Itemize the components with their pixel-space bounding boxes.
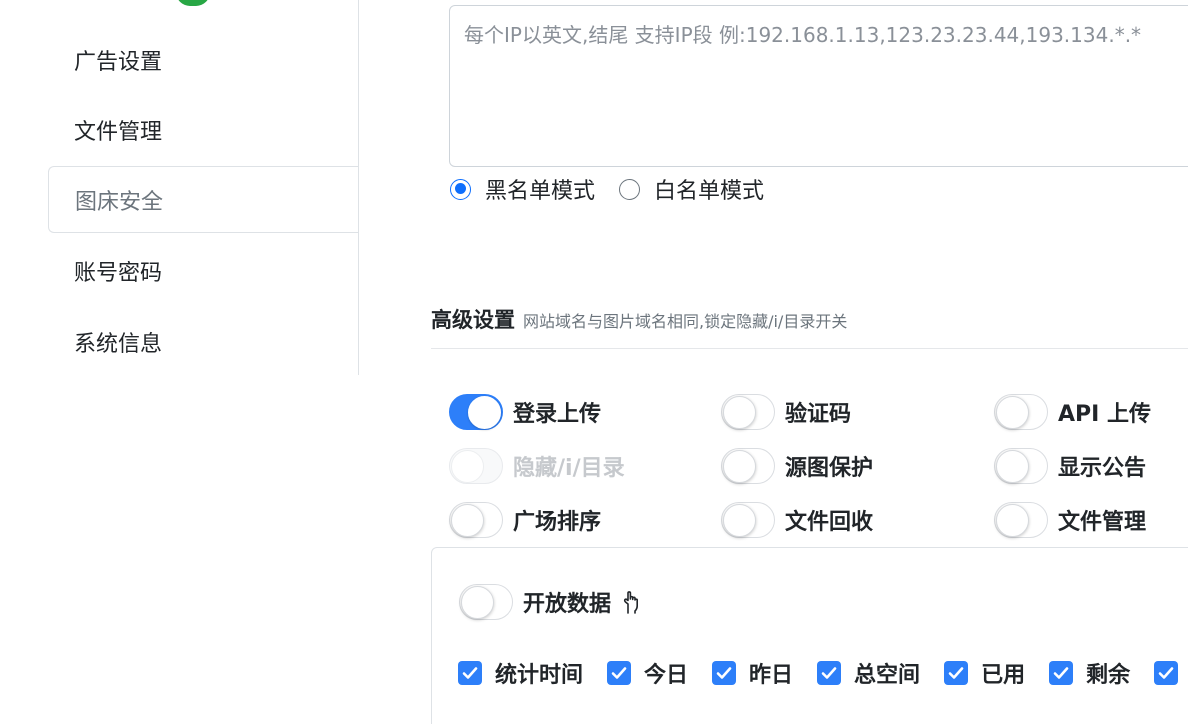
settings-sidebar: 广告设置 文件管理 图床安全 账号密码 系统信息 bbox=[0, 0, 360, 375]
checkbox-label: 今日 bbox=[644, 663, 689, 688]
switch-file-recycle[interactable]: 文件回收 bbox=[721, 501, 873, 539]
whitelist-mode-radio[interactable]: 白名单模式 bbox=[619, 173, 764, 205]
toggle-off-icon[interactable] bbox=[721, 502, 775, 538]
checkbox-remaining[interactable]: 剩余 bbox=[1049, 657, 1130, 689]
switch-file-management[interactable]: 文件管理 bbox=[994, 501, 1146, 539]
ip-list-textarea[interactable] bbox=[449, 5, 1188, 167]
advanced-settings-header: 高级设置 网站域名与图片域名相同,锁定隐藏/i/目录开关 bbox=[431, 304, 847, 334]
checkbox-total-space[interactable]: 总空间 bbox=[817, 657, 920, 689]
switch-api-upload[interactable]: API 上传 bbox=[994, 393, 1151, 431]
toggle-off-icon[interactable] bbox=[994, 448, 1048, 484]
checkbox-stat-time[interactable]: 统计时间 bbox=[458, 657, 583, 689]
checkbox-checked-icon[interactable] bbox=[1154, 661, 1179, 685]
list-mode-radio-group: 黑名单模式 白名单模式 bbox=[450, 174, 788, 204]
radio-label: 黑名单模式 bbox=[485, 179, 596, 204]
sidebar-item-system-info[interactable]: 系统信息 bbox=[48, 309, 359, 375]
sidebar-item-ad-settings[interactable]: 广告设置 bbox=[48, 27, 359, 93]
checkbox-partial[interactable] bbox=[1154, 661, 1179, 685]
section-subtitle: 网站域名与图片域名相同,锁定隐藏/i/目录开关 bbox=[523, 312, 848, 331]
switch-label: 验证码 bbox=[785, 402, 852, 427]
checkbox-yesterday[interactable]: 昨日 bbox=[712, 657, 793, 689]
switch-source-protection[interactable]: 源图保护 bbox=[721, 447, 873, 485]
toggle-off-icon[interactable] bbox=[994, 394, 1048, 430]
checkbox-checked-icon[interactable] bbox=[1049, 661, 1074, 685]
checkbox-checked-icon[interactable] bbox=[817, 661, 842, 685]
switch-login-upload[interactable]: 登录上传 bbox=[449, 393, 601, 431]
switch-hide-i-directory: 隐藏/i/目录 bbox=[449, 447, 625, 485]
checkbox-label: 已用 bbox=[981, 663, 1026, 688]
checkbox-label: 统计时间 bbox=[495, 663, 584, 688]
checkbox-checked-icon[interactable] bbox=[458, 661, 482, 685]
sidebar-item-label: 图床安全 bbox=[75, 189, 164, 215]
toggle-off-icon[interactable] bbox=[721, 394, 775, 430]
sidebar-item-image-security[interactable]: 图床安全 bbox=[48, 166, 359, 233]
checkbox-today[interactable]: 今日 bbox=[607, 657, 688, 689]
section-divider bbox=[431, 348, 1188, 349]
pointer-hand-icon bbox=[619, 589, 643, 615]
switch-label: 广场排序 bbox=[513, 510, 602, 535]
switch-label: 登录上传 bbox=[513, 402, 602, 427]
switch-label: 开放数据 bbox=[523, 592, 612, 617]
switch-label: 文件管理 bbox=[1058, 510, 1147, 535]
section-title: 高级设置 bbox=[431, 308, 515, 332]
checkbox-checked-icon[interactable] bbox=[944, 661, 969, 685]
toggle-off-icon[interactable] bbox=[449, 502, 503, 538]
switch-label: 显示公告 bbox=[1058, 456, 1147, 481]
checkbox-label: 昨日 bbox=[749, 663, 794, 688]
checkbox-used[interactable]: 已用 bbox=[944, 657, 1025, 689]
checkbox-label: 剩余 bbox=[1086, 663, 1131, 688]
sidebar-item-account-password[interactable]: 账号密码 bbox=[48, 238, 359, 304]
open-data-card bbox=[431, 547, 1188, 724]
switch-label: API 上传 bbox=[1058, 402, 1151, 427]
switch-plaza-sort[interactable]: 广场排序 bbox=[449, 501, 601, 539]
switch-label: 源图保护 bbox=[785, 456, 874, 481]
switch-show-announcement[interactable]: 显示公告 bbox=[994, 447, 1146, 485]
sidebar-item-label: 系统信息 bbox=[74, 332, 163, 357]
toggle-disabled-icon bbox=[449, 448, 503, 484]
checkbox-checked-icon[interactable] bbox=[712, 661, 737, 685]
switch-captcha[interactable]: 验证码 bbox=[721, 393, 851, 431]
blacklist-mode-radio[interactable]: 黑名单模式 bbox=[450, 173, 595, 205]
sidebar-item-label: 广告设置 bbox=[74, 50, 163, 75]
sidebar-item-file-management[interactable]: 文件管理 bbox=[48, 97, 359, 163]
toggle-off-icon[interactable] bbox=[459, 584, 513, 620]
radio-checked-icon[interactable] bbox=[450, 178, 471, 200]
toggle-off-icon[interactable] bbox=[721, 448, 775, 484]
switch-open-data[interactable]: 开放数据 bbox=[459, 583, 643, 621]
sidebar-item-label: 账号密码 bbox=[74, 261, 163, 286]
switch-label: 文件回收 bbox=[785, 510, 874, 535]
status-badge bbox=[176, 0, 210, 6]
checkbox-label: 总空间 bbox=[854, 663, 921, 688]
switch-label: 隐藏/i/目录 bbox=[513, 456, 625, 481]
toggle-on-icon[interactable] bbox=[449, 394, 503, 430]
toggle-off-icon[interactable] bbox=[994, 502, 1048, 538]
sidebar-divider bbox=[358, 0, 359, 375]
radio-unchecked-icon[interactable] bbox=[619, 178, 641, 200]
radio-label: 白名单模式 bbox=[654, 179, 765, 204]
sidebar-item-label: 文件管理 bbox=[74, 120, 163, 145]
checkbox-checked-icon[interactable] bbox=[607, 661, 632, 685]
open-data-checkbox-row: 统计时间 今日 昨日 总空间 已用 剩余 bbox=[458, 658, 1188, 688]
